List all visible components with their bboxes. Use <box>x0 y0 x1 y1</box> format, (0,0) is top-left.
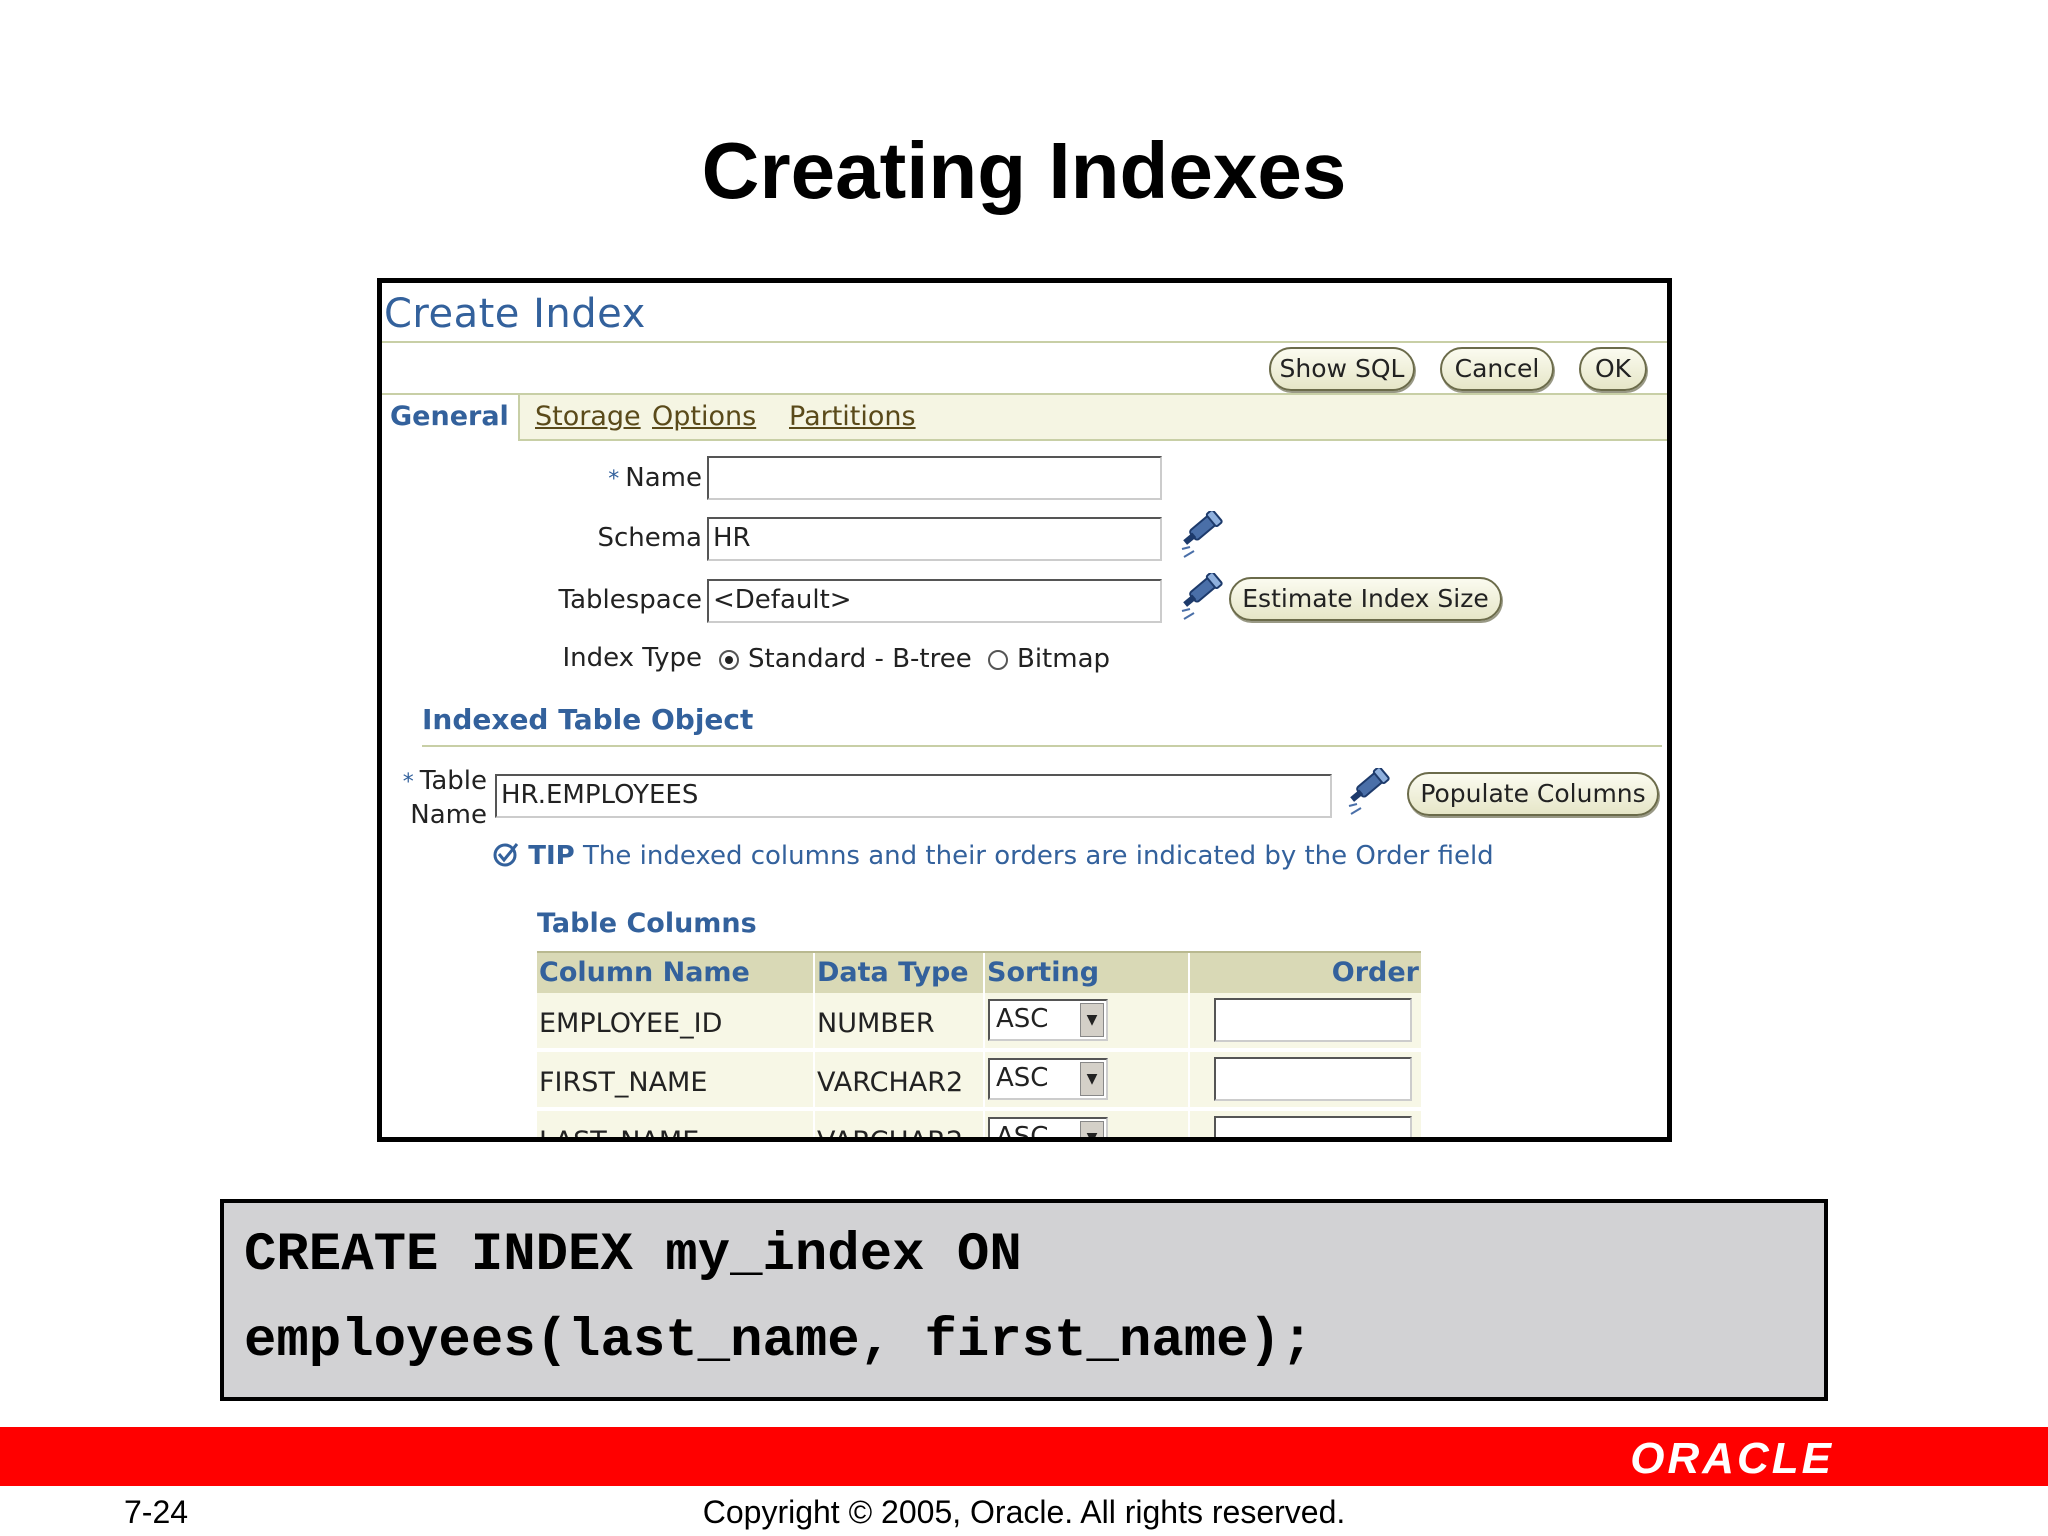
table-row: LAST_NAME VARCHAR2 ASC ▼ <box>537 1111 1421 1137</box>
tablespace-search-icon[interactable] <box>1180 573 1234 623</box>
checkmark-icon <box>493 843 519 867</box>
tab-options[interactable]: Options <box>652 399 756 435</box>
cell-order <box>1190 1052 1421 1109</box>
radio-bitmap[interactable] <box>988 650 1008 670</box>
cell-column-name: LAST_NAME <box>537 1111 815 1137</box>
dropdown-arrow-icon[interactable]: ▼ <box>1080 1121 1104 1137</box>
table-header: Column Name Data Type Sorting Order Orde… <box>537 951 1421 1028</box>
table-row: EMPLOYEE_ID NUMBER ASC ▼ <box>537 993 1421 1050</box>
cancel-button[interactable]: Cancel <box>1440 347 1554 391</box>
copyright-notice: Copyright © 2005, Oracle. All rights res… <box>702 1494 1346 1530</box>
window-title: Create Index <box>384 291 646 337</box>
cell-order <box>1190 1111 1421 1137</box>
tip-message: TIP The indexed columns and their orders… <box>492 840 1494 871</box>
radio-standard-btree[interactable] <box>719 650 739 670</box>
column-header-type: Data Type <box>815 953 985 995</box>
title-divider <box>382 341 1667 343</box>
table-name-label: * Table Name <box>402 766 487 830</box>
column-header-name: Column Name <box>537 953 815 995</box>
code-line-1: CREATE INDEX my_index ON <box>244 1225 1022 1286</box>
name-input[interactable] <box>707 456 1162 500</box>
table-row: FIRST_NAME VARCHAR2 ASC ▼ <box>537 1052 1421 1109</box>
index-type-label: Index Type <box>562 643 702 673</box>
schema-input[interactable]: HR <box>707 517 1162 561</box>
cell-data-type: VARCHAR2 <box>815 1052 985 1109</box>
table-columns-heading: Table Columns <box>537 908 757 939</box>
cell-column-name: EMPLOYEE_ID <box>537 993 815 1050</box>
create-index-screenshot: Create Index Show SQL Cancel OK General … <box>377 278 1672 1142</box>
section-divider <box>422 745 1662 747</box>
order-input[interactable] <box>1214 998 1412 1042</box>
table-search-icon[interactable] <box>1347 768 1401 818</box>
tab-bar: General Storage Options Partitions <box>382 393 1667 441</box>
tab-general[interactable]: General <box>382 395 520 441</box>
cell-order <box>1190 993 1421 1050</box>
bitmap-label: Bitmap <box>1017 644 1111 674</box>
sorting-order-select[interactable]: ASC ▼ <box>988 1117 1108 1137</box>
order-input[interactable] <box>1214 1116 1412 1137</box>
indexed-table-heading: Indexed Table Object <box>422 703 754 736</box>
dropdown-arrow-icon[interactable]: ▼ <box>1080 1003 1104 1037</box>
estimate-index-size-button[interactable]: Estimate Index Size <box>1229 577 1502 621</box>
populate-columns-button[interactable]: Populate Columns <box>1407 772 1659 816</box>
tablespace-input[interactable]: <Default> <box>707 579 1162 623</box>
code-line-2: employees(last_name, first_name); <box>244 1311 1314 1372</box>
order-input[interactable] <box>1214 1057 1412 1101</box>
cell-column-name: FIRST_NAME <box>537 1052 815 1109</box>
sorting-order-select[interactable]: ASC ▼ <box>988 999 1108 1041</box>
oracle-logo: ORACLE <box>1630 1434 1834 1483</box>
cell-data-type: VARCHAR2 <box>815 1111 985 1137</box>
schema-search-icon[interactable] <box>1180 511 1234 561</box>
sql-code-box: CREATE INDEX my_index ON employees(last_… <box>220 1199 1828 1401</box>
schema-label: Schema <box>597 523 702 553</box>
tab-storage[interactable]: Storage <box>535 399 641 435</box>
table-name-input[interactable]: HR.EMPLOYEES <box>495 774 1332 818</box>
ok-button[interactable]: OK <box>1579 347 1647 391</box>
sorting-order-select[interactable]: ASC ▼ <box>988 1058 1108 1100</box>
cell-sorting-order: ASC ▼ <box>985 1111 1190 1137</box>
dropdown-arrow-icon[interactable]: ▼ <box>1080 1062 1104 1096</box>
cell-sorting-order: ASC ▼ <box>985 1052 1190 1109</box>
column-header-order: Order <box>1331 957 1419 988</box>
tab-partitions[interactable]: Partitions <box>789 399 916 435</box>
name-label: * Name <box>608 463 702 493</box>
show-sql-button[interactable]: Show SQL <box>1269 347 1415 391</box>
standard-btree-label: Standard - B-tree <box>748 644 972 674</box>
required-marker: * <box>608 467 620 492</box>
tablespace-label: Tablespace <box>558 585 702 615</box>
slide-title: Creating Indexes <box>701 126 1347 215</box>
column-header-sort: Sorting Order <box>985 953 1190 1028</box>
cell-data-type: NUMBER <box>815 993 985 1050</box>
cell-sorting-order: ASC ▼ <box>985 993 1190 1050</box>
